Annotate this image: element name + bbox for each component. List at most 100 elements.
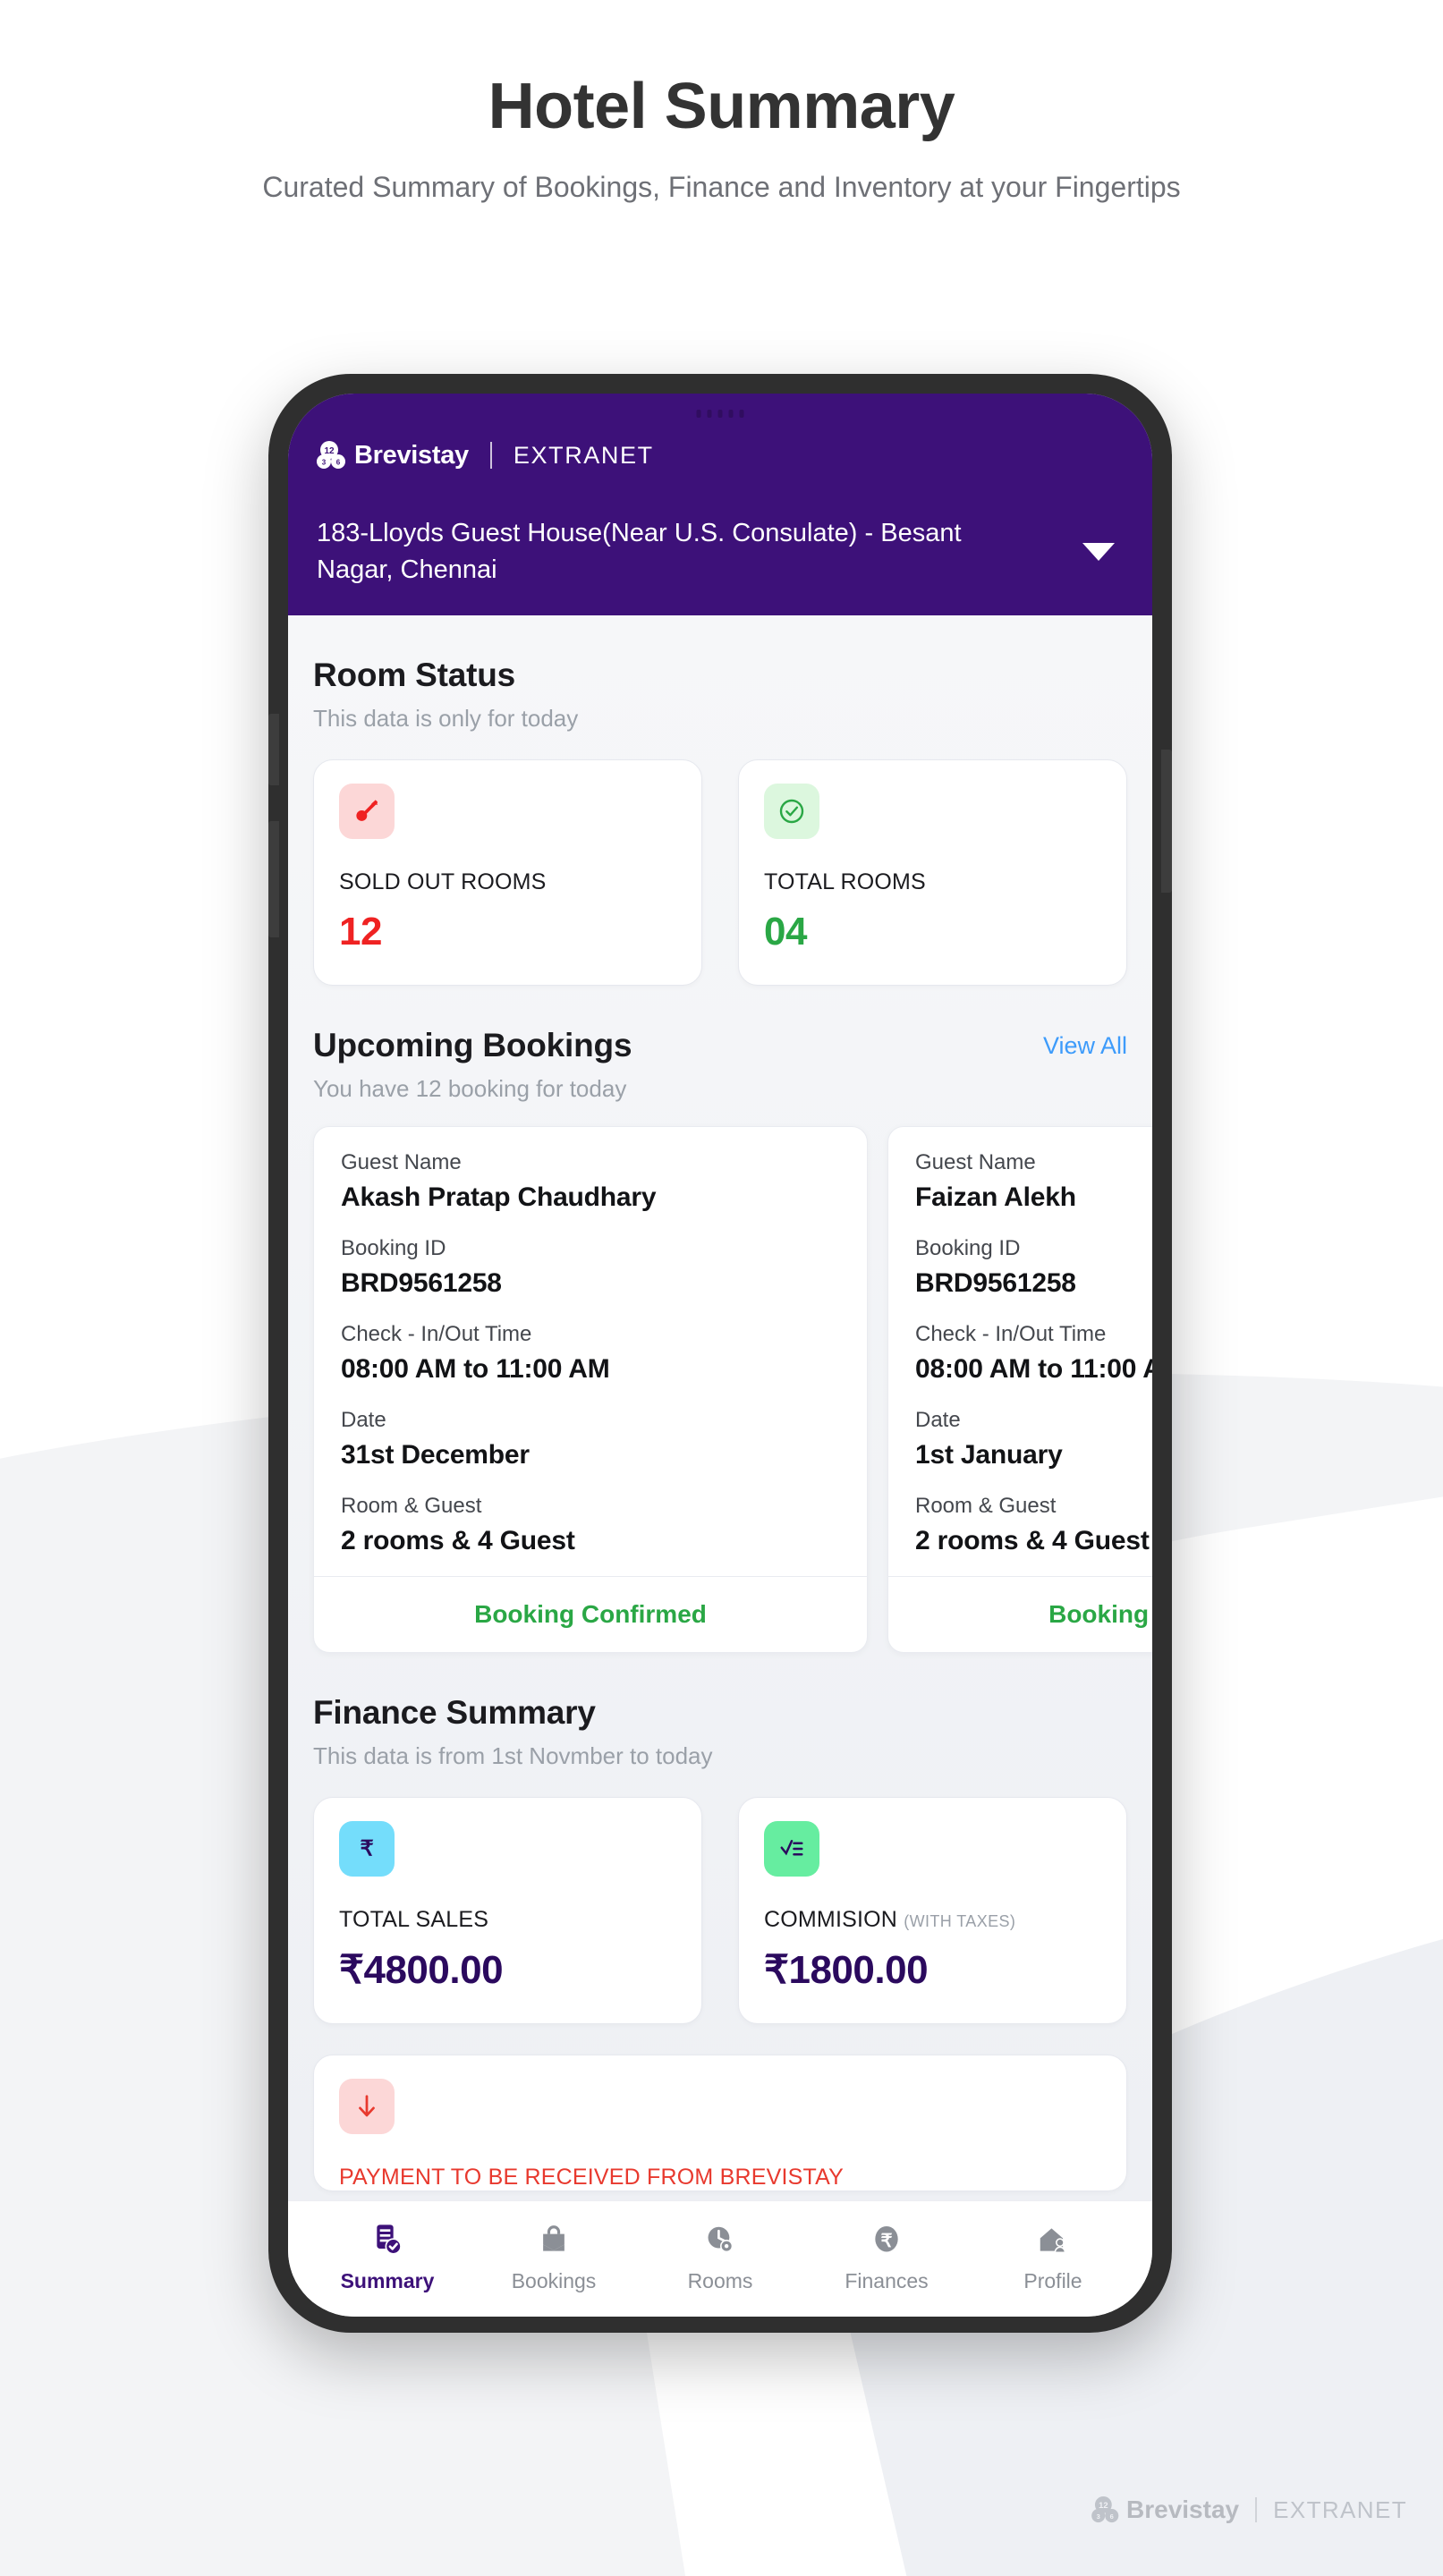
total-sales-value: ₹4800.00 (339, 1948, 504, 1993)
room-status-title: Room Status (313, 657, 515, 694)
booking-card[interactable]: Guest Name Akash Pratap Chaudhary Bookin… (313, 1126, 868, 1654)
brand-suffix: EXTRANET (513, 441, 654, 469)
clock-logo-icon: 12 3 6 (317, 440, 352, 470)
commission-label: COMMISION (WITH TAXES) (764, 1907, 1101, 1933)
phone-mockup: 12 3 6 Brevistay EXTRANET 183-Lloyds Gue… (268, 374, 1172, 2333)
room-status-subtitle: This data is only for today (313, 705, 579, 733)
booking-id-value: BRD9561258 (915, 1268, 1076, 1299)
total-rooms-value: 04 (764, 910, 807, 954)
phone-speaker-grille (696, 410, 744, 418)
phone-power-button (1161, 750, 1172, 893)
arrow-down-icon (339, 2079, 395, 2135)
view-all-link[interactable]: View All (1043, 986, 1127, 1060)
brand-divider (489, 442, 492, 469)
check-time-label: Check - In/Out Time (341, 1322, 532, 1347)
guest-name-label: Guest Name (341, 1150, 462, 1175)
hero-section: Hotel Summary Curated Summary of Booking… (0, 0, 1443, 208)
svg-text:₹: ₹ (880, 2231, 892, 2251)
page-subtitle: Curated Summary of Bookings, Finance and… (262, 171, 1181, 203)
total-rooms-label: TOTAL ROOMS (764, 869, 926, 895)
booking-id-value: BRD9561258 (341, 1268, 502, 1299)
hotel-selector[interactable]: 183-Lloyds Guest House(Near U.S. Consula… (317, 515, 1124, 589)
total-sales-card[interactable]: ₹ TOTAL SALES ₹4800.00 (313, 1797, 702, 2025)
date-label: Date (341, 1408, 386, 1433)
phone-volume-down-button (268, 821, 279, 937)
app-content: Room Status This data is only for today (288, 615, 1152, 2200)
clock-icon (700, 2219, 741, 2260)
upcoming-bookings-header: Upcoming Bookings You have 12 booking fo… (313, 986, 1127, 1103)
payment-receivable-label: PAYMENT TO BE RECEIVED FROM BREVISTAY (339, 2165, 844, 2190)
room-guest-label: Room & Guest (915, 1494, 1057, 1519)
booking-id-label: Booking ID (341, 1236, 446, 1261)
finance-summary-section: Finance Summary This data is from 1st No… (313, 1653, 1127, 2192)
booking-card[interactable]: Guest Name Faizan Alekh Booking ID BRD95… (887, 1126, 1152, 1654)
check-time-value: 08:00 AM to 11:00 AM (915, 1354, 1152, 1385)
room-status-cards: SOLD OUT ROOMS 12 TOTAL ROOMS 04 (313, 759, 1127, 987)
svg-text:₹: ₹ (360, 1837, 373, 1861)
guest-name-value: Faizan Alekh (915, 1182, 1076, 1213)
date-value: 31st December (341, 1440, 530, 1470)
brand-name: Brevistay (354, 440, 469, 470)
nav-label-profile: Profile (1023, 2269, 1082, 2292)
nav-item-bookings[interactable]: Bookings (471, 2219, 637, 2293)
page-root: Hotel Summary Curated Summary of Booking… (0, 0, 1443, 2576)
payment-receivable-card[interactable]: PAYMENT TO BE RECEIVED FROM BREVISTAY (313, 2055, 1127, 2192)
finance-summary-title: Finance Summary (313, 1694, 596, 1732)
footer-brand-suffix: EXTRANET (1273, 2496, 1407, 2523)
sold-out-rooms-card[interactable]: SOLD OUT ROOMS 12 (313, 759, 702, 987)
booking-cards-list[interactable]: Guest Name Akash Pratap Chaudhary Bookin… (313, 1126, 1152, 1654)
nav-item-summary[interactable]: Summary (304, 2219, 471, 2293)
finance-summary-cards: ₹ TOTAL SALES ₹4800.00 COMMISION (WITH T… (313, 1797, 1127, 2025)
bottom-navigation: Summary Bookings Rooms ₹ Finances Profil… (288, 2200, 1152, 2317)
date-label: Date (915, 1408, 961, 1433)
commission-sublabel: (WITH TAXES) (904, 1912, 1016, 1931)
room-guest-label: Room & Guest (341, 1494, 482, 1519)
date-value: 1st January (915, 1440, 1063, 1470)
footer-brand-name: Brevistay (1126, 2496, 1240, 2523)
checklist-icon (764, 1821, 819, 1877)
total-sales-label-text: TOTAL SALES (339, 1907, 489, 1933)
upcoming-bookings-title: Upcoming Bookings (313, 1027, 632, 1064)
commission-value: ₹1800.00 (764, 1948, 929, 1993)
check-circle-icon (764, 784, 819, 840)
booking-status-badge: Booking Confirmed (314, 1576, 867, 1652)
upcoming-bookings-subtitle: You have 12 booking for today (313, 1075, 627, 1103)
app-brand: 12 3 6 Brevistay EXTRANET (317, 440, 1124, 470)
sold-out-rooms-label: SOLD OUT ROOMS (339, 869, 547, 895)
footer-brand-divider (1255, 2497, 1258, 2522)
total-sales-label: TOTAL SALES (339, 1907, 676, 1933)
house-user-icon (1032, 2219, 1074, 2260)
check-time-value: 08:00 AM to 11:00 AM (341, 1354, 610, 1385)
finance-summary-subtitle: This data is from 1st Novmber to today (313, 1742, 713, 1770)
chevron-down-icon[interactable] (1082, 543, 1115, 562)
clock-logo-icon: 12 3 6 (1091, 2496, 1126, 2524)
room-guest-value: 2 rooms & 4 Guest (915, 1526, 1150, 1556)
total-rooms-card[interactable]: TOTAL ROOMS 04 (738, 759, 1127, 987)
guest-name-label: Guest Name (915, 1150, 1036, 1175)
nav-item-finances[interactable]: ₹ Finances (803, 2219, 970, 2293)
nav-item-profile[interactable]: Profile (970, 2219, 1136, 2293)
phone-screen: 12 3 6 Brevistay EXTRANET 183-Lloyds Gue… (288, 394, 1152, 2317)
key-icon (339, 784, 395, 840)
phone-volume-up-button (268, 714, 279, 785)
commission-label-text: COMMISION (764, 1907, 898, 1933)
page-title: Hotel Summary (488, 71, 955, 142)
app-header: 12 3 6 Brevistay EXTRANET 183-Lloyds Gue… (288, 394, 1152, 616)
svg-text:12: 12 (1099, 2500, 1108, 2510)
room-guest-value: 2 rooms & 4 Guest (341, 1526, 575, 1556)
nav-label-rooms: Rooms (687, 2269, 753, 2292)
booking-id-label: Booking ID (915, 1236, 1021, 1261)
svg-text:3: 3 (322, 459, 327, 467)
sold-out-rooms-value: 12 (339, 910, 382, 954)
nav-label-summary: Summary (340, 2269, 435, 2292)
check-time-label: Check - In/Out Time (915, 1322, 1107, 1347)
hotel-selector-label: 183-Lloyds Guest House(Near U.S. Consula… (317, 519, 962, 585)
nav-label-finances: Finances (845, 2269, 929, 2292)
nav-item-rooms[interactable]: Rooms (637, 2219, 803, 2293)
booking-status-badge: Booking Confirmed (888, 1576, 1152, 1652)
room-status-section: Room Status This data is only for today (313, 615, 1127, 987)
footer-brand: 12 3 6 Brevistay EXTRANET (1091, 2496, 1407, 2524)
svg-text:6: 6 (336, 459, 341, 467)
commission-card[interactable]: COMMISION (WITH TAXES) ₹1800.00 (738, 1797, 1127, 2025)
rupee-coin-icon: ₹ (866, 2219, 907, 2260)
